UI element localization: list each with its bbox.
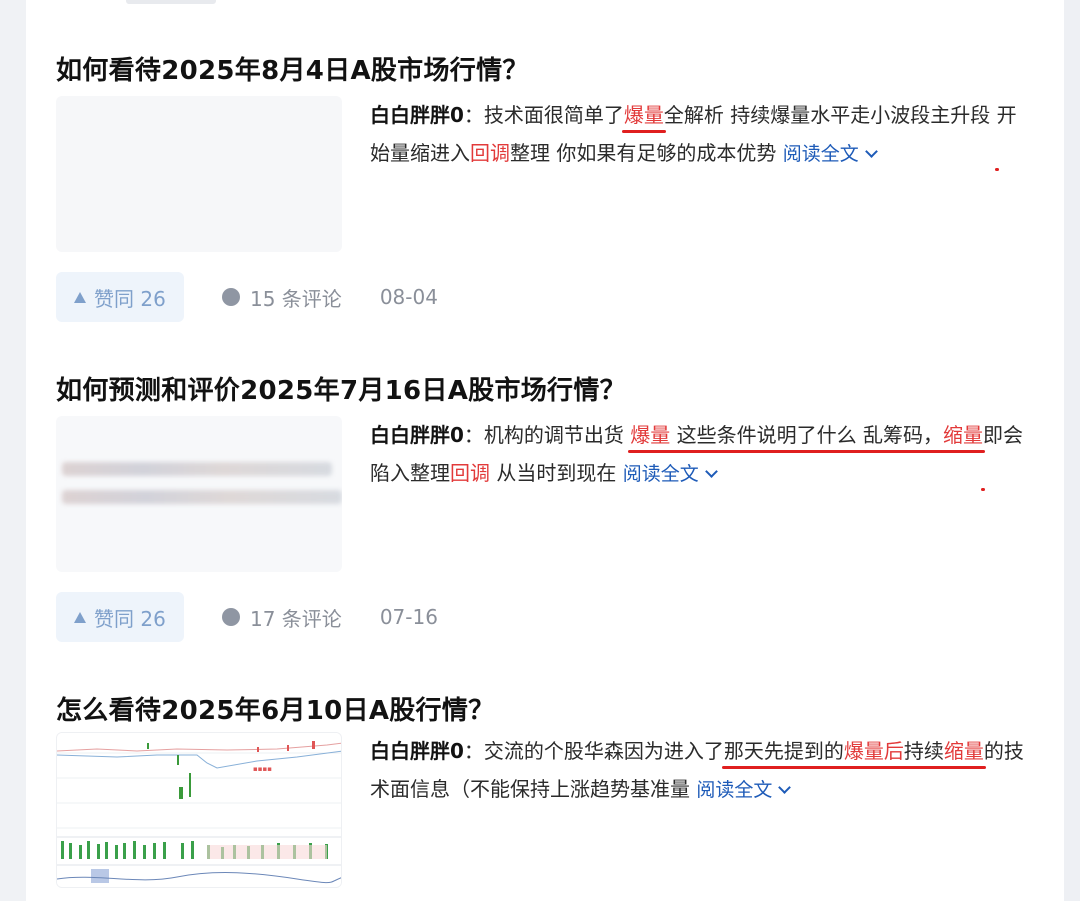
question-title[interactable]: 如何预测和评价2025年7月16日A股市场行情？ — [56, 370, 626, 407]
blurred-text — [62, 462, 332, 476]
blurred-text — [62, 490, 342, 504]
list-item: 如何看待2025年8月4日A股市场行情？ 白白胖胖0：技术面很简单了爆量全解析 … — [56, 50, 1046, 340]
upvote-icon — [74, 611, 86, 623]
list-item: 怎么看待2025年6月10日A股行情？ ▪▪▪▪ 白白胖胖0：交流的个股华森因为… — [56, 690, 1046, 895]
chevron-down-icon — [864, 145, 878, 158]
answer-date: 08-04 — [379, 285, 438, 309]
upvote-icon — [74, 291, 86, 303]
comments-button[interactable]: 17 条评论 — [222, 603, 342, 632]
question-title[interactable]: 如何看待2025年8月4日A股市场行情？ — [56, 50, 529, 87]
answer-excerpt[interactable]: 白白胖胖0：技术面很简单了爆量全解析 持续爆量水平走小波段主升段 开始量缩进入回… — [370, 96, 1030, 173]
answers-list: 如何看待2025年8月4日A股市场行情？ 白白胖胖0：技术面很简单了爆量全解析 … — [26, 0, 1064, 901]
author-name[interactable]: 白白胖胖0 — [370, 423, 464, 447]
answer-actions: 赞同 26 15 条评论 08-04 — [56, 272, 438, 322]
chevron-down-icon — [778, 781, 792, 794]
chevron-down-icon — [704, 465, 718, 478]
answer-excerpt[interactable]: 白白胖胖0：交流的个股华森因为进入了那天先提到的爆量后持续缩量的技术面信息（不能… — [370, 732, 1030, 809]
question-title[interactable]: 怎么看待2025年6月10日A股行情？ — [56, 690, 494, 727]
read-more-link[interactable]: 阅读全文 — [623, 463, 718, 485]
right-gutter — [1064, 0, 1080, 901]
read-more-link[interactable]: 阅读全文 — [783, 143, 878, 165]
answer-thumbnail[interactable] — [56, 96, 342, 252]
comment-icon — [222, 288, 240, 306]
kline-chart-image: ▪▪▪▪ — [57, 733, 341, 887]
comment-icon — [222, 608, 240, 626]
answer-date: 07-16 — [379, 605, 438, 629]
top-edge — [126, 0, 216, 4]
left-gutter — [0, 0, 26, 901]
stock-chart-thumbnail[interactable]: ▪▪▪▪ — [56, 732, 342, 888]
answer-thumbnail[interactable] — [56, 416, 342, 572]
comments-button[interactable]: 15 条评论 — [222, 283, 342, 312]
upvote-button[interactable]: 赞同 26 — [56, 592, 184, 642]
author-name[interactable]: 白白胖胖0 — [370, 739, 464, 763]
read-more-link[interactable]: 阅读全文 — [696, 779, 792, 801]
list-item: 如何预测和评价2025年7月16日A股市场行情？ 白白胖胖0：机构的调节出货 爆… — [56, 370, 1046, 660]
answer-excerpt[interactable]: 白白胖胖0：机构的调节出货 爆量 这些条件说明了什么 乱筹码，缩量即会陷入整理回… — [370, 416, 1030, 493]
answer-actions: 赞同 26 17 条评论 07-16 — [56, 592, 438, 642]
svg-text:▪▪▪▪: ▪▪▪▪ — [253, 765, 272, 773]
upvote-button[interactable]: 赞同 26 — [56, 272, 184, 322]
author-name[interactable]: 白白胖胖0 — [370, 103, 464, 127]
